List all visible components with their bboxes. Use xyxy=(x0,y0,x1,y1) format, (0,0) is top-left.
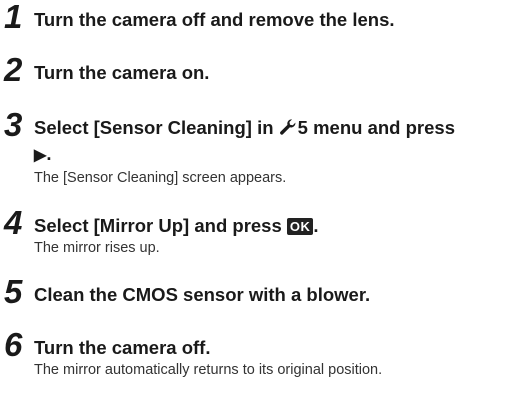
ok-button-icon: OK xyxy=(286,218,314,235)
step-number: 2 xyxy=(4,51,23,88)
step-title-text: Select [Mirror Up] and press xyxy=(34,215,287,236)
step-6: 6 Turn the camera off. The mirror automa… xyxy=(4,326,516,380)
step-number: 6 xyxy=(4,326,23,363)
step-description: The mirror rises up. xyxy=(34,240,160,256)
menu-number: 5 xyxy=(297,117,308,138)
step-title-end: . xyxy=(46,143,52,164)
step-title-text: menu and press xyxy=(307,117,455,138)
step-title: Clean the CMOS sensor with a blower. xyxy=(34,284,371,305)
step-title-end: . xyxy=(313,215,319,236)
instruction-page: 1 Turn the camera off and remove the len… xyxy=(0,0,522,395)
step-title: Turn the camera off and remove the lens. xyxy=(34,9,395,30)
step-4: 4 Select [Mirror Up] and press OK. The m… xyxy=(4,204,516,258)
step-title: Select [Mirror Up] and press OK. xyxy=(34,208,319,239)
step-number: 4 xyxy=(4,204,23,241)
step-description: The [Sensor Cleaning] screen appears. xyxy=(34,170,287,186)
step-2: 2 Turn the camera on. xyxy=(4,51,516,88)
step-title: Select [Sensor Cleaning] in 5 menu and p… xyxy=(34,110,455,169)
right-arrow-icon: ▶ xyxy=(34,147,47,164)
step-title: Turn the camera on. xyxy=(34,62,210,83)
step-title: Turn the camera off. xyxy=(34,337,211,358)
step-title-text: Select [Sensor Cleaning] in xyxy=(34,117,279,138)
step-description: The mirror automatically returns to its … xyxy=(34,362,383,378)
step-number: 5 xyxy=(4,273,23,310)
step-5: 5 Clean the CMOS sensor with a blower. xyxy=(4,273,516,310)
step-3: 3 Select [Sensor Cleaning] in 5 menu and… xyxy=(4,106,516,188)
wrench-icon xyxy=(279,119,296,135)
step-number: 1 xyxy=(4,0,23,35)
step-number: 3 xyxy=(4,106,23,143)
step-1: 1 Turn the camera off and remove the len… xyxy=(4,0,516,35)
